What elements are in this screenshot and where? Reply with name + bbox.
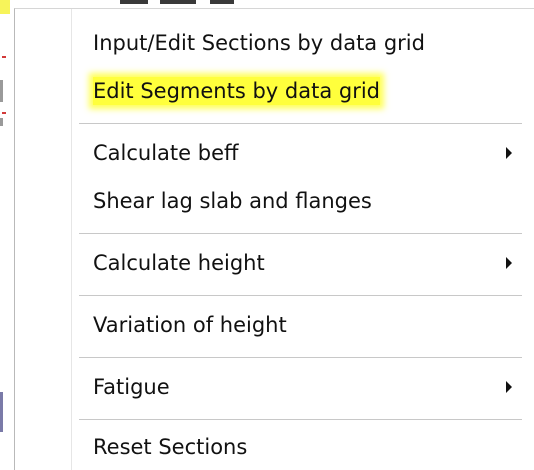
- menu-item-input-edit-sections[interactable]: Input/Edit Sections by data grid: [79, 19, 524, 67]
- background-red-mark: [2, 56, 6, 58]
- context-menu: Input/Edit Sections by data grid Edit Se…: [14, 8, 534, 470]
- menu-item-shear-lag[interactable]: Shear lag slab and flanges: [79, 177, 524, 225]
- background-top-text: [120, 0, 280, 6]
- menu-item-fatigue[interactable]: Fatigue: [79, 363, 524, 411]
- background-fragment: [0, 392, 3, 432]
- background-fragment: [0, 80, 3, 102]
- menu-item-label: Variation of height: [93, 313, 287, 337]
- chevron-right-icon: [506, 147, 512, 159]
- menu-item-label: Input/Edit Sections by data grid: [93, 31, 425, 55]
- menu-item-calculate-beff[interactable]: Calculate beff: [79, 129, 524, 177]
- menu-item-edit-segments[interactable]: Edit Segments by data grid: [79, 67, 524, 115]
- menu-item-calculate-height[interactable]: Calculate height: [79, 239, 524, 287]
- menu-item-label: Calculate height: [93, 251, 265, 275]
- menu-item-label: Calculate beff: [93, 141, 239, 165]
- screenshot-canvas: Input/Edit Sections by data grid Edit Se…: [0, 0, 534, 470]
- menu-separator: [79, 233, 522, 235]
- menu-icon-gutter: [15, 9, 71, 470]
- menu-item-label: Fatigue: [93, 375, 170, 399]
- menu-item-label: Shear lag slab and flanges: [93, 189, 372, 213]
- menu-item-reset-sections[interactable]: Reset Sections: [79, 423, 524, 470]
- menu-item-variation-of-height[interactable]: Variation of height: [79, 301, 524, 349]
- menu-separator: [79, 357, 522, 359]
- chevron-right-icon: [506, 257, 512, 269]
- menu-separator: [79, 419, 522, 421]
- background-red-mark: [2, 112, 6, 114]
- menu-gutter-divider: [71, 9, 72, 470]
- background-fragment: [0, 118, 3, 126]
- menu-separator: [79, 123, 522, 125]
- menu-separator: [79, 295, 522, 297]
- background-yellow-fragment: [0, 0, 10, 14]
- menu-item-label: Reset Sections: [93, 435, 248, 459]
- menu-item-label: Edit Segments by data grid: [93, 77, 380, 105]
- chevron-right-icon: [506, 381, 512, 393]
